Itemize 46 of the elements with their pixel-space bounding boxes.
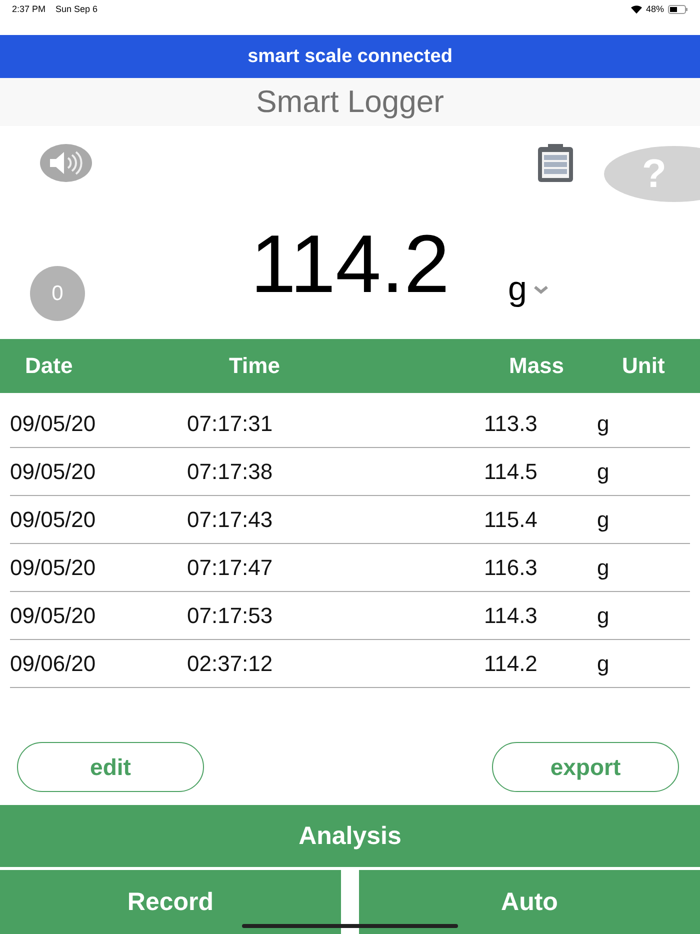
table-cell-text: 114.5 — [484, 458, 538, 484]
weight-reading: 114.2 — [250, 220, 450, 310]
table-cell-text: 09/05/20 — [10, 602, 97, 628]
table-cell-text: g — [597, 650, 610, 676]
table-cell-text: 09/05/20 — [10, 506, 97, 532]
zero-button[interactable]: 0 — [30, 266, 85, 321]
record-button[interactable]: Record — [0, 870, 341, 934]
table-cell-text: 115.4 — [484, 506, 538, 532]
speaker-icon[interactable] — [40, 144, 92, 182]
analysis-button[interactable]: Analysis — [0, 805, 700, 867]
table-cell-text: 116.3 — [484, 554, 538, 580]
auto-button[interactable]: Auto — [359, 870, 700, 934]
table-cell-text: 07:17:31 — [187, 410, 274, 436]
export-button[interactable]: export — [492, 742, 679, 792]
table-cell-text: g — [597, 506, 610, 532]
status-time: 2:37 PM — [12, 4, 46, 14]
table-cell-text: 114.3 — [484, 602, 538, 628]
table-cell-text: g — [597, 410, 610, 436]
wifi-icon — [630, 4, 642, 14]
table-cell-text: 07:17:43 — [187, 506, 274, 532]
table-cell-text: g — [597, 602, 610, 628]
column-header: Time — [229, 353, 281, 379]
table-cell-text: 114.2 — [484, 650, 538, 676]
table-cell-text: 07:17:53 — [187, 602, 274, 628]
table-cell-text: 09/05/20 — [10, 458, 97, 484]
clipboard-icon[interactable] — [537, 144, 574, 182]
table-cell-text: 09/06/20 — [10, 650, 97, 676]
app-title: Smart Logger — [0, 78, 700, 126]
table-cell-text: g — [597, 458, 610, 484]
column-header: Mass — [509, 353, 566, 379]
connection-banner: smart scale connected — [0, 35, 700, 78]
table-cell-text: 07:17:38 — [187, 458, 274, 484]
unit-selector[interactable]: g — [508, 270, 527, 309]
battery-icon — [668, 4, 688, 14]
table-cell-text: 02:37:12 — [187, 650, 274, 676]
table-cell-text: 09/05/20 — [10, 410, 97, 436]
chevron-down-icon[interactable] — [532, 284, 549, 294]
status-date: Sun Sep 6 — [56, 4, 98, 14]
table-cell-text: 09/05/20 — [10, 554, 97, 580]
table-cell-text: g — [597, 554, 610, 580]
table-cell-text: 113.3 — [484, 410, 538, 436]
column-header: Date — [25, 353, 74, 379]
battery-percent: 48% — [646, 4, 664, 14]
table-cell-text: 07:17:47 — [187, 554, 274, 580]
column-header: Unit — [622, 353, 666, 379]
edit-button[interactable]: edit — [17, 742, 204, 792]
